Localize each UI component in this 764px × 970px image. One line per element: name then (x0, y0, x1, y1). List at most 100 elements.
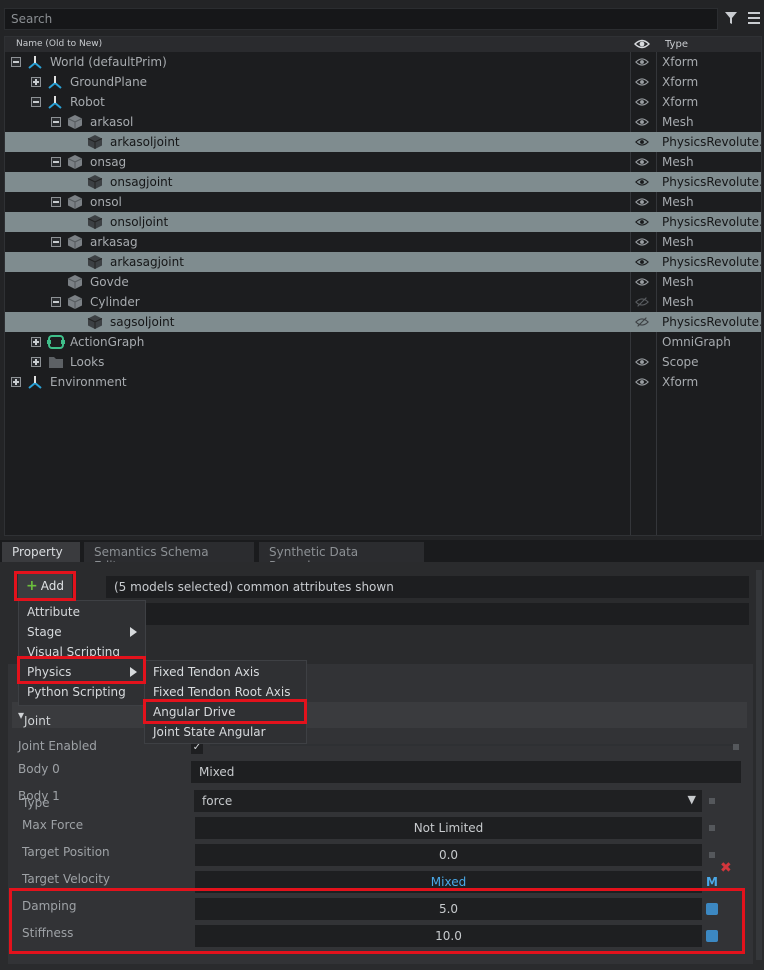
expand-toggle[interactable] (31, 337, 41, 347)
animation-key-icon[interactable] (706, 903, 718, 915)
eye-icon[interactable] (635, 355, 649, 369)
collapse-toggle[interactable] (51, 297, 61, 307)
expand-toggle[interactable] (31, 357, 41, 367)
expand-toggle[interactable] (31, 77, 41, 87)
reset-dot[interactable] (709, 852, 715, 858)
eye-icon[interactable] (635, 275, 649, 289)
divider (210, 744, 734, 746)
visibility-eye-icon[interactable] (634, 38, 650, 50)
eye-icon[interactable] (635, 215, 649, 229)
filter-icon[interactable] (724, 11, 738, 25)
mesh-cube-icon (67, 235, 83, 249)
tree-row-arkasagjoint[interactable]: arkasagjoint PhysicsRevolute... (5, 252, 761, 272)
search-input[interactable] (5, 9, 717, 29)
type-dropdown[interactable]: force ▼ (194, 790, 702, 812)
tree-row-arkasoljoint[interactable]: arkasoljoint PhysicsRevolute... (5, 132, 761, 152)
animation-key-icon[interactable] (706, 930, 718, 942)
add-label: Add (40, 579, 64, 593)
remove-icon[interactable]: ✖ (720, 860, 732, 876)
add-button[interactable]: + Add (18, 574, 72, 598)
app-window: Name (Old to New) Type World (defaultPri… (0, 0, 764, 970)
submenu-item-fixed-tendon-root-axis[interactable]: Fixed Tendon Root Axis (145, 682, 306, 702)
tree-row-groundplane[interactable]: GroundPlane Xform (5, 72, 761, 92)
xform-axes-icon (28, 376, 42, 389)
column-header-type[interactable]: Type (665, 39, 688, 50)
target-velocity-field[interactable]: Mixed (195, 871, 702, 893)
tree-row-arkasol[interactable]: arkasol Mesh (5, 112, 761, 132)
reset-dot[interactable] (709, 798, 715, 804)
tree-row-label: Robot (70, 95, 105, 109)
tree-row-onsag[interactable]: onsag Mesh (5, 152, 761, 172)
tree-row-actiongraph[interactable]: ActionGraph OmniGraph (5, 332, 761, 352)
target-position-field[interactable]: 0.0 (195, 844, 702, 866)
stiffness-field[interactable]: 10.0 (195, 925, 702, 947)
eye-icon[interactable] (635, 175, 649, 189)
eye-icon[interactable] (635, 155, 649, 169)
damping-field[interactable]: 5.0 (195, 898, 702, 920)
search-bar[interactable] (4, 8, 718, 30)
tree-row-looks[interactable]: Looks Scope (5, 352, 761, 372)
tab-semantics-schema-editor[interactable]: Semantics Schema Editor (84, 542, 254, 573)
hamburger-menu-icon[interactable] (746, 11, 762, 25)
tree-row-onsoljoint[interactable]: onsoljoint PhysicsRevolute... (5, 212, 761, 232)
eye-icon[interactable] (635, 255, 649, 269)
tree-row-type: Mesh (662, 195, 694, 209)
tree-row-onsol[interactable]: onsol Mesh (5, 192, 761, 212)
tree-row-type: PhysicsRevolute... (662, 175, 761, 189)
reset-dot[interactable] (709, 825, 715, 831)
tree-row-environment[interactable]: Environment Xform (5, 372, 761, 392)
tree-row-type: Xform (662, 75, 699, 89)
menu-item-visual-scripting[interactable]: Visual Scripting (19, 642, 145, 662)
tree-row-robot[interactable]: Robot Xform (5, 92, 761, 112)
eye-icon[interactable] (635, 75, 649, 89)
eye-icon[interactable] (635, 55, 649, 69)
tree-row-world[interactable]: World (defaultPrim) Xform (5, 52, 761, 72)
tree-row-govde[interactable]: Govde Mesh (5, 272, 761, 292)
collapse-toggle[interactable] (51, 197, 61, 207)
mesh-cube-icon (67, 115, 83, 129)
xform-axes-icon (48, 76, 62, 89)
collapse-toggle[interactable] (31, 97, 41, 107)
submenu-item-joint-state-angular[interactable]: Joint State Angular (145, 722, 306, 742)
eye-icon[interactable] (635, 115, 649, 129)
tree-row-onsagjoint[interactable]: onsagjoint PhysicsRevolute... (5, 172, 761, 192)
collapse-toggle[interactable] (51, 237, 61, 247)
tab-property[interactable]: Property (2, 542, 80, 562)
physics-submenu: Fixed Tendon Axis Fixed Tendon Root Axis… (144, 660, 307, 744)
tree-row-cylinder[interactable]: Cylinder Mesh (5, 292, 761, 312)
menu-item-stage[interactable]: Stage (19, 622, 145, 642)
eye-icon[interactable] (635, 135, 649, 149)
menu-item-attribute[interactable]: Attribute (19, 602, 145, 622)
expand-toggle[interactable] (11, 377, 21, 387)
eye-hidden-icon[interactable] (635, 295, 649, 309)
menu-item-python-scripting[interactable]: Python Scripting (19, 682, 145, 702)
target-velocity-label: Target Velocity (22, 872, 111, 886)
panel-tabs: Property Semantics Schema Editor Synthet… (0, 540, 764, 573)
tree-row-label: sagsoljoint (110, 315, 175, 329)
column-header-name[interactable]: Name (Old to New) (16, 39, 102, 49)
eye-icon[interactable] (635, 375, 649, 389)
submenu-item-angular-drive[interactable]: Angular Drive (145, 702, 306, 722)
joint-section-label: ▾ Joint (18, 708, 51, 728)
tree-row-type: OmniGraph (662, 335, 731, 349)
tree-row-type: Xform (662, 95, 699, 109)
eye-icon[interactable] (635, 195, 649, 209)
path-field[interactable] (106, 603, 749, 625)
collapse-toggle[interactable] (51, 117, 61, 127)
max-force-field[interactable]: Not Limited (195, 817, 702, 839)
eye-icon[interactable] (635, 235, 649, 249)
tree-row-label: arkasag (90, 235, 138, 249)
tree-row-arkasag[interactable]: arkasag Mesh (5, 232, 761, 252)
scrollbar[interactable] (756, 570, 762, 960)
menu-item-physics[interactable]: Physics (19, 662, 145, 682)
reset-dot[interactable] (733, 744, 739, 750)
collapse-toggle[interactable] (51, 157, 61, 167)
collapse-toggle[interactable] (11, 57, 21, 67)
eye-hidden-icon[interactable] (635, 315, 649, 329)
body0-field[interactable]: Mixed (191, 761, 741, 783)
menu-item-label: Physics (27, 665, 72, 679)
tree-row-sagsoljoint[interactable]: sagsoljoint PhysicsRevolute... (5, 312, 761, 332)
submenu-item-fixed-tendon-axis[interactable]: Fixed Tendon Axis (145, 662, 306, 682)
eye-icon[interactable] (635, 95, 649, 109)
tab-synthetic-data-recorder[interactable]: Synthetic Data Recorder (259, 542, 424, 573)
